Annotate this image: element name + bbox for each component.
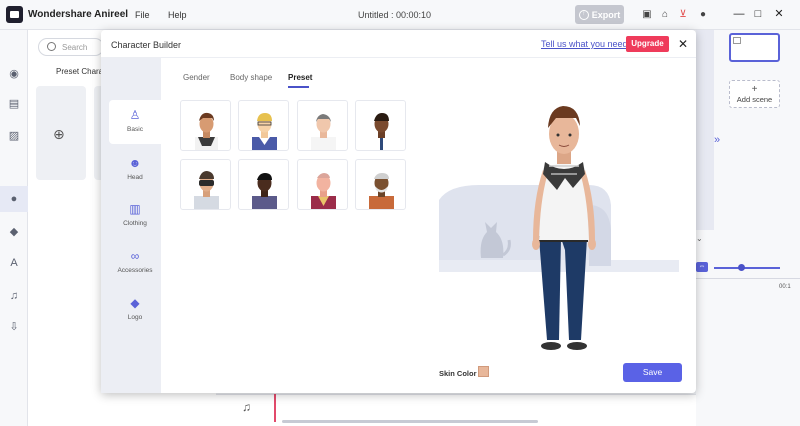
title-bar: Wondershare Anireel File Help Untitled :… — [0, 0, 800, 30]
save-button[interactable]: Save — [623, 363, 682, 382]
character-preview — [439, 90, 685, 356]
cart-icon[interactable]: ⊻ — [677, 9, 689, 21]
rail-media-icon[interactable]: ▤ — [6, 96, 22, 112]
preset-avatar-3[interactable] — [297, 100, 348, 151]
minimize-icon[interactable]: — — [733, 8, 745, 20]
skin-color-swatch[interactable] — [478, 366, 489, 377]
person-icon: ♙ — [129, 108, 141, 122]
export-label: Export — [591, 9, 621, 20]
preset-avatar-1[interactable] — [180, 100, 231, 151]
chevron-right-icon[interactable]: » — [714, 134, 720, 146]
plus-icon: + — [751, 84, 758, 95]
feedback-link[interactable]: Tell us what you need — [541, 39, 628, 49]
add-scene-button[interactable]: + Add scene — [729, 80, 780, 108]
preset-avatar-5[interactable] — [180, 159, 231, 210]
app-title: Wondershare Anireel — [28, 9, 129, 20]
add-user-icon: ⊕ — [53, 126, 65, 142]
zoom-controls: ⇔ — [696, 262, 800, 274]
preset-avatar-4[interactable] — [355, 100, 406, 151]
dialog-header: Character Builder Tell us what you need … — [101, 30, 696, 58]
menu-help[interactable]: Help — [168, 10, 187, 20]
scene-thumbnail[interactable] — [729, 33, 780, 62]
character-builder-dialog: Character Builder Tell us what you need … — [101, 30, 696, 393]
search-input[interactable]: Search — [38, 38, 104, 56]
active-tab-indicator — [288, 86, 309, 88]
shapes-icon: ◆ — [130, 296, 140, 310]
sidebar-item-basic[interactable]: ♙ Basic — [109, 100, 161, 144]
menu-file[interactable]: File — [135, 10, 150, 20]
timeline-scrollbar[interactable] — [282, 420, 538, 423]
search-placeholder: Search — [62, 43, 88, 52]
rail-text-icon[interactable]: A — [6, 255, 22, 271]
maximize-icon[interactable]: □ — [752, 8, 764, 20]
upgrade-button[interactable]: Upgrade — [626, 36, 669, 52]
scene-badge-icon — [733, 37, 741, 44]
tab-gender[interactable]: Gender — [183, 73, 210, 82]
search-icon — [47, 42, 56, 51]
sidebar-item-label: Head — [127, 174, 143, 181]
sidebar-item-clothing[interactable]: ▥ Clothing — [109, 194, 161, 238]
sidebar-item-label: Basic — [127, 126, 143, 133]
document-title: Untitled : 00:00:10 — [358, 10, 432, 20]
skin-color-label: Skin Color — [439, 369, 477, 378]
sidebar-item-head[interactable]: ☻ Head — [109, 148, 161, 192]
glasses-icon: ∞ — [130, 249, 140, 263]
sidebar-item-label: Accessories — [117, 267, 153, 274]
preview-strip — [696, 30, 714, 230]
dialog-title: Character Builder — [111, 40, 182, 50]
head-icon: ☻ — [128, 156, 142, 170]
builder-sidebar: ♙ Basic ☻ Head ▥ Clothing ∞ Accessories … — [101, 58, 161, 393]
rail-character-icon[interactable]: ● — [6, 191, 22, 207]
sidebar-item-logo[interactable]: ◆ Logo — [109, 288, 161, 332]
rail-template-icon[interactable]: ◉ — [6, 66, 22, 82]
shirt-icon: ▥ — [129, 202, 141, 216]
close-icon[interactable]: ✕ — [678, 38, 688, 50]
ruler-label: 00:1 — [779, 284, 791, 290]
home-icon[interactable]: ⌂ — [659, 9, 671, 21]
playhead[interactable] — [274, 394, 276, 422]
sidebar-item-accessories[interactable]: ∞ Accessories — [109, 241, 161, 285]
export-button[interactable]: ↑ Export — [575, 5, 624, 24]
app-logo-icon — [6, 6, 23, 23]
tab-body-shape[interactable]: Body shape — [230, 73, 272, 82]
tab-preset[interactable]: Preset — [288, 73, 312, 82]
save-disk-icon[interactable]: ▣ — [641, 9, 653, 21]
add-character-tile[interactable]: ⊕ — [36, 86, 86, 180]
preset-avatar-8[interactable] — [355, 159, 406, 210]
fit-icon[interactable]: ⇔ — [696, 262, 708, 272]
add-scene-label: Add scene — [736, 95, 773, 104]
zoom-slider-handle[interactable] — [738, 264, 745, 271]
preset-avatar-6[interactable] — [238, 159, 289, 210]
rail-import-icon[interactable]: ⇩ — [6, 319, 22, 335]
account-icon[interactable]: ● — [697, 9, 709, 21]
export-icon: ↑ — [578, 9, 589, 20]
left-rail: ◉ ▤ ▨ ● ◆ A ♫ ⇩ — [0, 30, 28, 426]
chevron-down-icon[interactable]: ⌄ — [696, 234, 703, 243]
zoom-slider[interactable] — [714, 267, 780, 269]
preset-avatar-7[interactable] — [297, 159, 348, 210]
preset-avatar-2[interactable] — [238, 100, 289, 151]
close-window-icon[interactable]: ✕ — [773, 8, 785, 20]
sidebar-item-label: Clothing — [123, 220, 147, 227]
sidebar-item-label: Logo — [127, 314, 143, 321]
rail-props-icon[interactable]: ◆ — [6, 224, 22, 240]
rail-music-icon[interactable]: ♫ — [6, 288, 22, 304]
rail-background-icon[interactable]: ▨ — [6, 128, 22, 144]
music-track-icon[interactable]: ♫ — [242, 400, 251, 414]
